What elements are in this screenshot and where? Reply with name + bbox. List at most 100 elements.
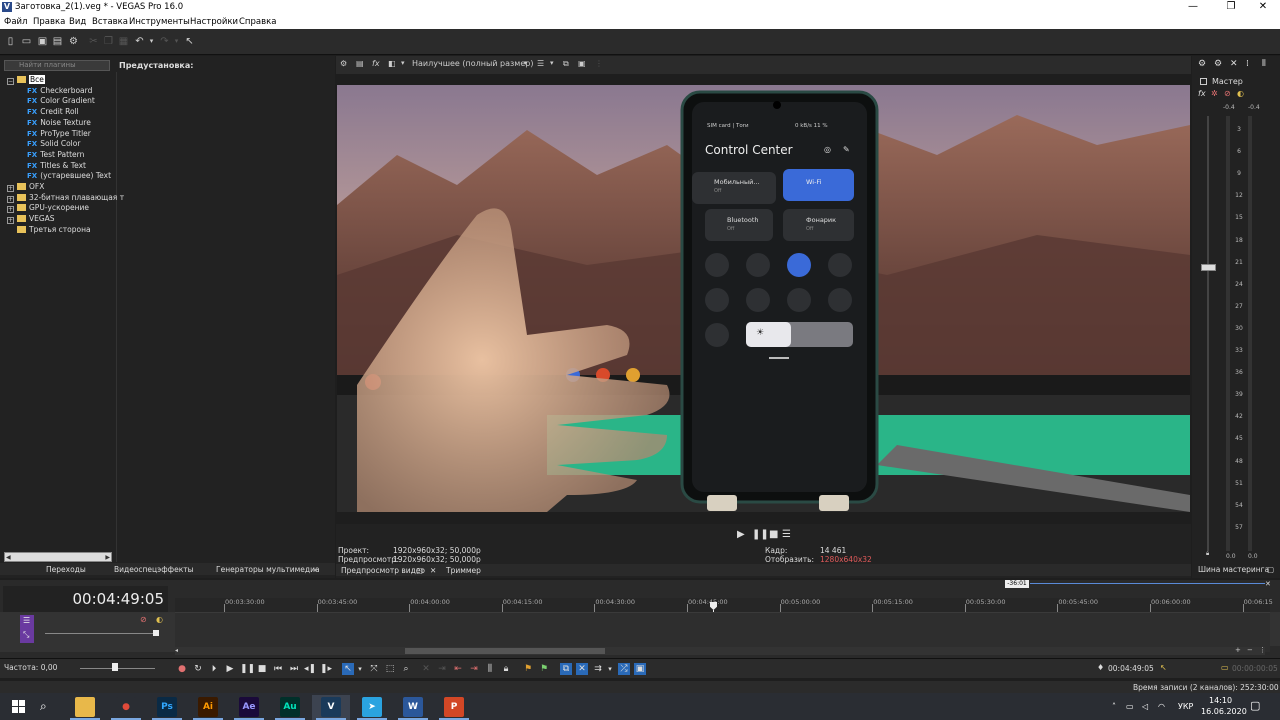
master-mute-toggle-icon[interactable]: ⊘ xyxy=(1224,89,1231,98)
normal-edit-tool-icon[interactable]: ↖ xyxy=(342,663,354,675)
minimize-button[interactable]: — xyxy=(1176,0,1210,15)
taskbar-search-icon[interactable]: ⌕ xyxy=(40,699,47,714)
trim-icon[interactable]: ⇥ xyxy=(436,663,448,675)
next-frame-icon[interactable]: ❚▸ xyxy=(320,663,332,675)
tab-video-preview-close-icon[interactable]: ✕ xyxy=(430,566,436,575)
maximize-button[interactable]: ❐ xyxy=(1214,0,1248,15)
paste-icon[interactable]: ▦ xyxy=(118,36,129,47)
master-checkbox[interactable] xyxy=(1200,78,1207,85)
plugin-search-input[interactable]: Найти плагины xyxy=(4,60,110,71)
open-folder-icon[interactable]: ▭ xyxy=(21,36,32,47)
tab-trimmer[interactable]: Триммер xyxy=(446,566,481,575)
timeline-scroll-left-icon[interactable]: ◂ xyxy=(175,647,178,654)
clock-date[interactable]: 16.06.2020 xyxy=(1201,707,1247,716)
tray-chevron-icon[interactable]: ˄ xyxy=(1112,702,1116,711)
overlays-icon[interactable]: ☰ xyxy=(537,59,544,68)
envelope-tool-icon[interactable]: ⤧ xyxy=(368,663,380,675)
plugin-tree-item[interactable]: FX ProType Titler xyxy=(27,128,91,139)
split-screen-icon[interactable]: ◧ xyxy=(388,59,396,68)
tab-transitions[interactable]: Переходы xyxy=(46,565,86,574)
go-to-end-icon[interactable]: ⏭ xyxy=(288,663,300,675)
master-fx-bypass-icon[interactable]: ✲ xyxy=(1211,89,1218,98)
track-level-handle[interactable] xyxy=(153,630,159,636)
save-icon[interactable]: ▣ xyxy=(37,36,48,47)
preview-menu-icon[interactable]: ☰ xyxy=(782,529,791,540)
loop-playback-icon[interactable]: ↻ xyxy=(192,663,204,675)
timecode-display[interactable]: 00:04:49:05 xyxy=(3,586,168,612)
menu-edit[interactable]: Правка xyxy=(33,17,65,27)
tab-master-bus-undock-icon[interactable]: ▢ xyxy=(1267,565,1274,574)
play-from-start-icon[interactable]: ⏵ xyxy=(208,663,220,675)
track-lane[interactable] xyxy=(175,612,1270,652)
track-expand-icon[interactable]: ⤡ xyxy=(23,630,29,640)
insert-marker-icon[interactable]: ⚑ xyxy=(522,663,534,675)
plugin-tree-item[interactable]: Третья сторона xyxy=(17,224,91,235)
taskbar-app-vegas[interactable]: V xyxy=(312,695,350,720)
lock-icon[interactable]: 🔒︎ xyxy=(500,663,512,675)
taskbar-app-word[interactable]: W xyxy=(394,695,432,720)
auto-crossfade-icon[interactable]: ✕ xyxy=(576,663,588,675)
timeline-scrollbar[interactable]: ◂ + − ⋮ xyxy=(175,646,1266,655)
save-as-icon[interactable]: ▤ xyxy=(52,36,63,47)
transport-stop-icon[interactable]: ■ xyxy=(256,663,268,675)
project-props-icon[interactable]: ▤ xyxy=(356,59,364,68)
track-mute-icon[interactable]: ⊘ xyxy=(140,615,147,624)
plugin-tree-item[interactable]: FX Solid Color xyxy=(27,138,80,149)
menu-options[interactable]: Настройки xyxy=(190,17,238,27)
cut-icon[interactable]: ✂ xyxy=(88,36,99,47)
new-file-icon[interactable]: ▯ xyxy=(5,36,16,47)
tray-volume-icon[interactable]: ◁ xyxy=(1142,702,1148,711)
time-ruler[interactable]: 00:03:30:00 00:03:45:00 00:04:00:00 00:04:1… xyxy=(175,598,1273,612)
trim-start-icon[interactable]: ⇤ xyxy=(452,663,464,675)
prev-frame-icon[interactable]: ◂❚ xyxy=(304,663,316,675)
insert-region-icon[interactable]: ⚑ xyxy=(538,663,550,675)
snapping-icon[interactable]: ⧉ xyxy=(560,663,572,675)
master-dim-icon[interactable]: ✕ xyxy=(1230,59,1238,69)
master-settings-gear-icon[interactable]: ⚙ xyxy=(1198,59,1206,69)
edit-tool-dropdown-icon[interactable]: ▾ xyxy=(354,663,366,675)
go-to-start-icon[interactable]: ⏮ xyxy=(272,663,284,675)
master-lock-icon[interactable]: 🔒︎ xyxy=(1206,550,1209,558)
record-icon[interactable]: ● xyxy=(176,663,188,675)
tab-master-bus[interactable]: Шина мастеринга xyxy=(1198,565,1269,574)
transport-pause-icon[interactable]: ❚❚ xyxy=(240,663,255,675)
taskbar-app-after-effects[interactable]: Ae xyxy=(230,695,268,720)
taskbar-app-illustrator[interactable]: Ai xyxy=(189,695,227,720)
notifications-icon[interactable]: ▢ xyxy=(1250,699,1260,712)
taskbar-app-explorer[interactable]: ▬ xyxy=(66,695,104,720)
delete-icon[interactable]: ✕ xyxy=(420,663,432,675)
tab-video-fx[interactable]: Видеоспецэффекты xyxy=(114,565,194,574)
taskbar-app-powerpoint[interactable]: P xyxy=(435,695,473,720)
selection-tool-icon[interactable]: ⬚ xyxy=(384,663,396,675)
scroll-right-icon[interactable]: ▶ xyxy=(105,554,110,561)
copy-icon[interactable]: ❐ xyxy=(103,36,114,47)
more-icon[interactable]: ⋮ xyxy=(595,59,603,68)
redo-icon[interactable]: ↷ xyxy=(159,36,170,47)
track-color-strip[interactable]: ☰ ⤡ xyxy=(20,615,34,643)
zoom-tool-icon[interactable]: ⌕ xyxy=(400,663,412,675)
menu-help[interactable]: Справка xyxy=(239,17,276,27)
tab-video-preview-undock-icon[interactable]: ▢ xyxy=(416,566,423,575)
timeline-close-icon[interactable]: ✕ xyxy=(1265,580,1273,588)
taskbar-app-audition[interactable]: Au xyxy=(271,695,309,720)
redo-dropdown-icon[interactable]: ▾ xyxy=(171,36,182,47)
zoom-in-icon[interactable]: + xyxy=(1235,646,1241,654)
menu-insert[interactable]: Вставка xyxy=(92,17,128,27)
plugin-tree-item[interactable]: +32-битная плавающая т xyxy=(7,192,124,203)
timeline-vertical-scrollbar[interactable] xyxy=(1270,612,1280,646)
plugin-tree-item[interactable]: FX Color Gradient xyxy=(27,95,95,106)
lock-envelopes-icon[interactable]: ⤮ xyxy=(618,663,630,675)
zoom-out-icon[interactable]: − xyxy=(1247,646,1253,654)
tab-media-generators[interactable]: Генераторы мультимедиа xyxy=(216,565,320,574)
scroll-left-icon[interactable]: ◀ xyxy=(6,554,11,561)
tabs-scroll-left-icon[interactable]: ◂ xyxy=(313,565,317,574)
stop-button[interactable]: ■ xyxy=(769,529,778,540)
menu-file[interactable]: Файл xyxy=(4,17,27,27)
video-preview[interactable]: SIM card | Тоrи 0 kB/s 11 % Control Cent… xyxy=(337,85,1190,512)
close-button[interactable]: ✕ xyxy=(1246,0,1280,15)
region-marker[interactable]: -36:01 xyxy=(1005,580,1029,588)
expand-icon[interactable]: + xyxy=(7,217,14,225)
track-level-slider[interactable] xyxy=(45,633,155,634)
whats-this-help-icon[interactable]: ↖ xyxy=(184,36,195,47)
split-icon[interactable]: ⫼ xyxy=(484,663,496,675)
